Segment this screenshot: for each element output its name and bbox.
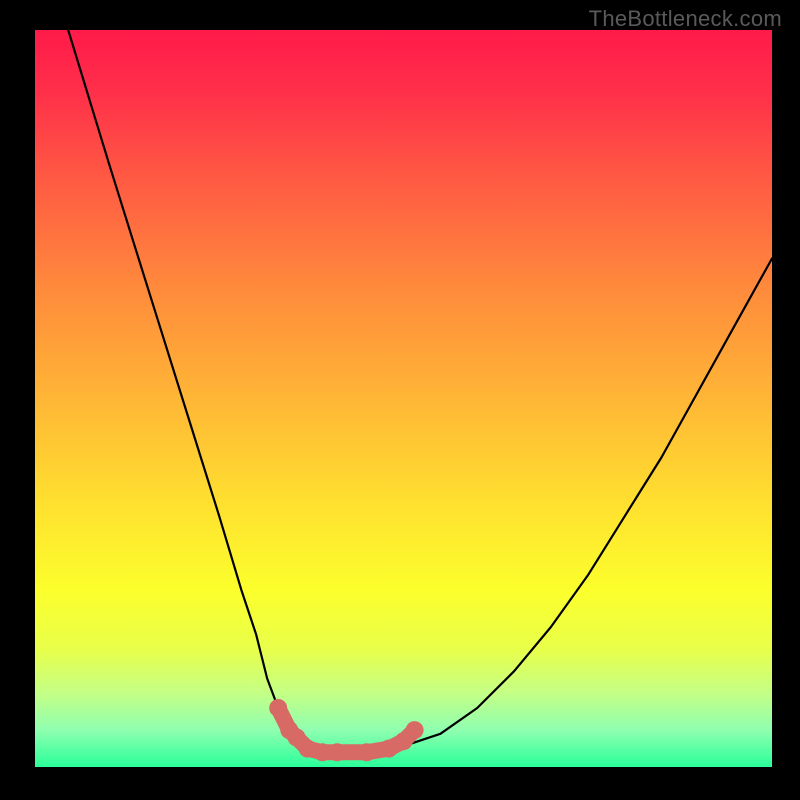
- bottleneck-curve: [68, 30, 772, 752]
- plot-area: [35, 30, 772, 767]
- valley-highlight: [269, 699, 423, 761]
- valley-dot: [269, 699, 287, 717]
- valley-dot: [406, 721, 424, 739]
- valley-dot: [358, 743, 376, 761]
- valley-dot: [328, 743, 346, 761]
- watermark-text: TheBottleneck.com: [589, 6, 782, 32]
- chart-frame: TheBottleneck.com: [0, 0, 800, 800]
- chart-svg: [35, 30, 772, 767]
